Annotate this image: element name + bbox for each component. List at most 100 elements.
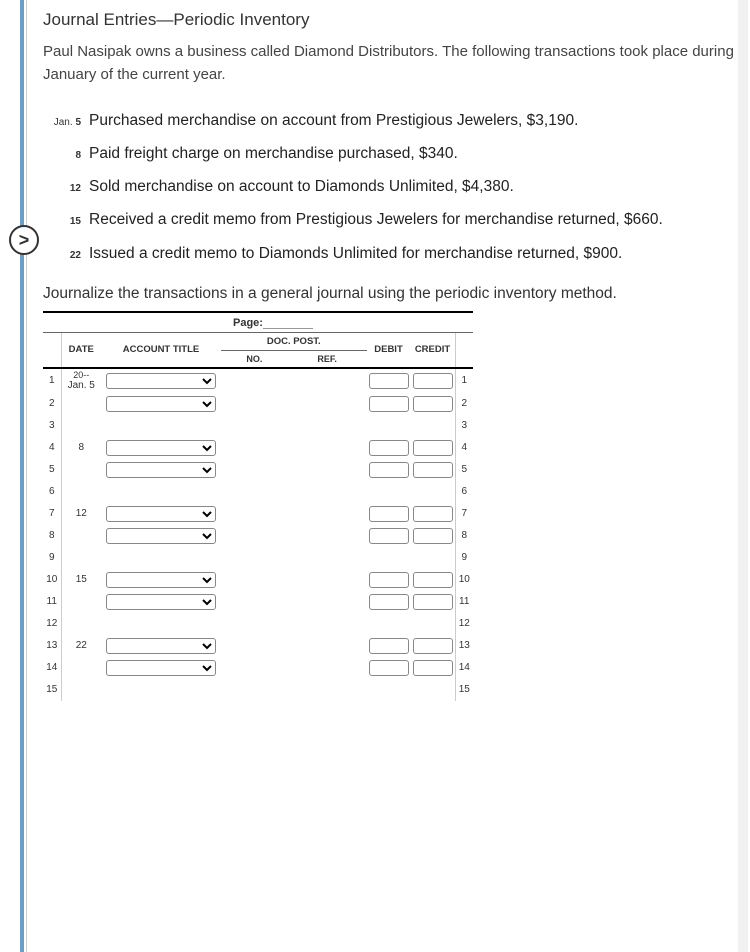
account-title-select[interactable]: [106, 660, 216, 676]
row-number-right: 11: [455, 591, 473, 613]
debit-input[interactable]: [369, 440, 409, 456]
page-label: Page:: [233, 313, 263, 332]
intro-paragraph: Paul Nasipak owns a business called Diam…: [43, 40, 734, 87]
content-panel: Journal Entries—Periodic Inventory Paul …: [26, 0, 750, 952]
chevron-right-icon: >: [19, 230, 30, 251]
account-title-select[interactable]: [106, 462, 216, 478]
row-doc-no: [221, 613, 288, 635]
row-doc-no: [221, 481, 288, 503]
account-title-select[interactable]: [106, 528, 216, 544]
row-doc-ref: [288, 481, 367, 503]
row-account-cell: [101, 393, 221, 415]
debit-input[interactable]: [369, 528, 409, 544]
journal-row: 55: [43, 459, 473, 481]
transaction-text: Sold merchandise on account to Diamonds …: [89, 175, 514, 198]
row-debit-cell: [367, 368, 411, 393]
row-credit-cell: [411, 459, 456, 481]
header-credit: CREDIT: [411, 333, 456, 368]
debit-input[interactable]: [369, 396, 409, 412]
row-debit-cell: [367, 437, 411, 459]
transaction-text: Issued a credit memo to Diamonds Unlimit…: [89, 242, 622, 265]
row-account-cell: [101, 459, 221, 481]
row-credit-cell: [411, 547, 456, 569]
transaction-row: 12Sold merchandise on account to Diamond…: [43, 175, 734, 198]
credit-input[interactable]: [413, 506, 453, 522]
row-date: [61, 613, 101, 635]
account-title-select[interactable]: [106, 440, 216, 456]
account-title-select[interactable]: [106, 572, 216, 588]
row-credit-cell: [411, 635, 456, 657]
row-doc-no: [221, 393, 288, 415]
credit-input[interactable]: [413, 660, 453, 676]
row-credit-cell: [411, 679, 456, 701]
debit-input[interactable]: [369, 638, 409, 654]
row-debit-cell: [367, 657, 411, 679]
debit-input[interactable]: [369, 594, 409, 610]
scrollbar[interactable]: [738, 0, 748, 952]
debit-input[interactable]: [369, 572, 409, 588]
credit-input[interactable]: [413, 373, 453, 389]
row-doc-no: [221, 503, 288, 525]
account-title-select[interactable]: [106, 506, 216, 522]
account-title-select[interactable]: [106, 396, 216, 412]
row-account-cell: [101, 437, 221, 459]
row-number-left: 9: [43, 547, 61, 569]
general-journal: Page: DATE ACCOUNT TITLE DOC. POST. DEBI…: [43, 311, 473, 701]
transaction-date: 15: [43, 216, 89, 227]
page-input[interactable]: [263, 313, 313, 329]
credit-input[interactable]: [413, 638, 453, 654]
transaction-text: Purchased merchandise on account from Pr…: [89, 109, 578, 132]
credit-input[interactable]: [413, 528, 453, 544]
page-title: Journal Entries—Periodic Inventory: [43, 10, 734, 30]
row-credit-cell: [411, 503, 456, 525]
expand-toggle[interactable]: >: [9, 225, 39, 255]
row-date: [61, 481, 101, 503]
row-number-right: 6: [455, 481, 473, 503]
credit-input[interactable]: [413, 462, 453, 478]
row-debit-cell: [367, 679, 411, 701]
row-credit-cell: [411, 525, 456, 547]
account-title-select[interactable]: [106, 594, 216, 610]
row-debit-cell: [367, 547, 411, 569]
row-account-cell: [101, 415, 221, 437]
row-credit-cell: [411, 415, 456, 437]
row-debit-cell: [367, 591, 411, 613]
transaction-row: Jan. 5Purchased merchandise on account f…: [43, 109, 734, 132]
row-date: 8: [61, 437, 101, 459]
row-date: 22: [61, 635, 101, 657]
row-number-left: 13: [43, 635, 61, 657]
row-date: 12: [61, 503, 101, 525]
row-debit-cell: [367, 635, 411, 657]
row-doc-ref: [288, 679, 367, 701]
debit-input[interactable]: [369, 506, 409, 522]
row-number-left: 6: [43, 481, 61, 503]
row-credit-cell: [411, 657, 456, 679]
row-number-left: 4: [43, 437, 61, 459]
row-date: 20--Jan. 5: [61, 368, 101, 393]
row-account-cell: [101, 525, 221, 547]
credit-input[interactable]: [413, 594, 453, 610]
row-debit-cell: [367, 393, 411, 415]
row-account-cell: [101, 569, 221, 591]
row-account-cell: [101, 547, 221, 569]
row-doc-ref: [288, 635, 367, 657]
debit-input[interactable]: [369, 462, 409, 478]
debit-input[interactable]: [369, 373, 409, 389]
row-number-left: 11: [43, 591, 61, 613]
credit-input[interactable]: [413, 572, 453, 588]
account-title-select[interactable]: [106, 373, 216, 389]
account-title-select[interactable]: [106, 638, 216, 654]
header-date: DATE: [61, 333, 101, 368]
row-account-cell: [101, 503, 221, 525]
row-doc-no: [221, 525, 288, 547]
transaction-text: Received a credit memo from Prestigious …: [89, 208, 663, 231]
transaction-row: 15Received a credit memo from Prestigiou…: [43, 208, 734, 231]
row-doc-ref: [288, 368, 367, 393]
credit-input[interactable]: [413, 440, 453, 456]
header-account: ACCOUNT TITLE: [101, 333, 221, 368]
debit-input[interactable]: [369, 660, 409, 676]
row-number-left: 8: [43, 525, 61, 547]
transaction-date: Jan. 5: [43, 117, 89, 128]
row-debit-cell: [367, 459, 411, 481]
credit-input[interactable]: [413, 396, 453, 412]
